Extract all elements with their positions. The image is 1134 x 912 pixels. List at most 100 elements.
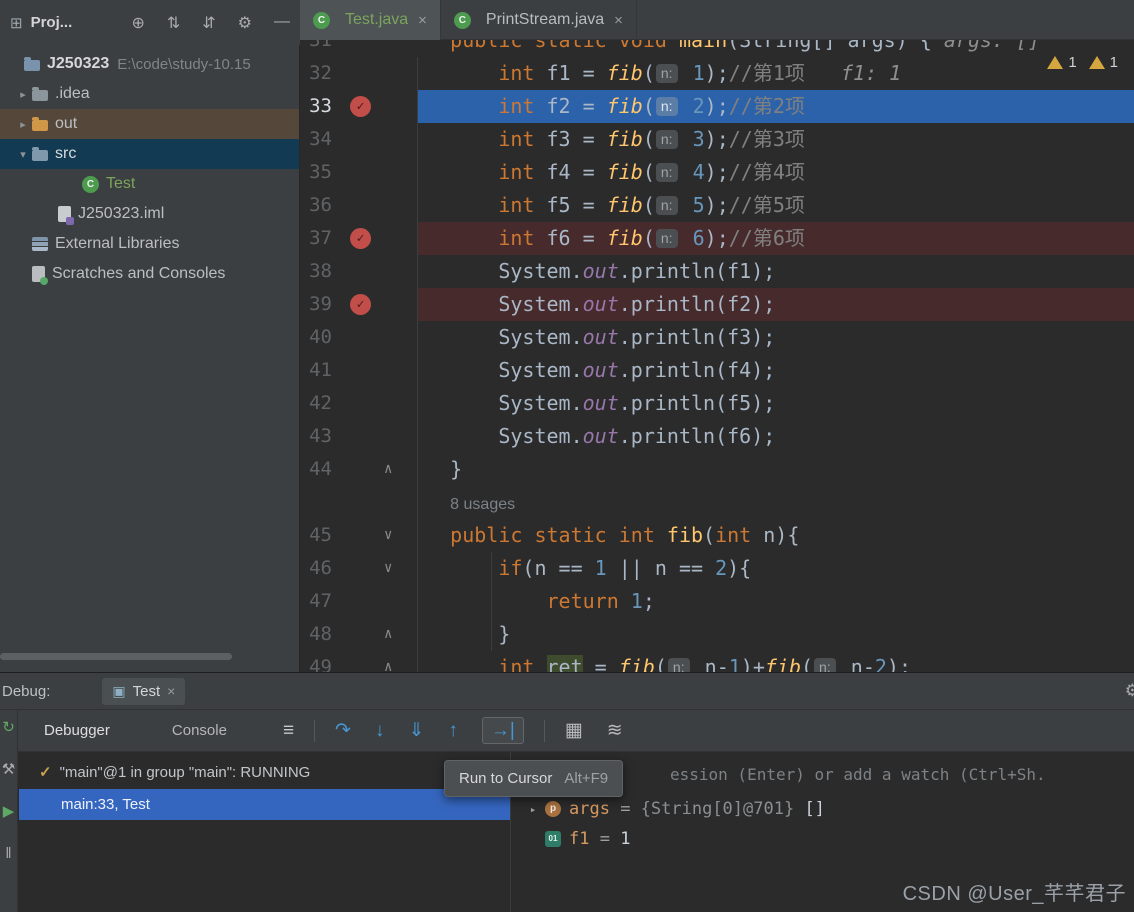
- fold-marker-icon[interactable]: ∧: [384, 453, 392, 486]
- mute-breakpoints-icon[interactable]: ≋: [607, 721, 623, 740]
- view-breakpoints-icon[interactable]: ▦: [565, 721, 583, 740]
- layout-settings-icon[interactable]: ≡: [283, 721, 294, 740]
- thread-row[interactable]: ✓ "main"@1 in group "main": RUNNING: [19, 757, 510, 787]
- settings-gear-icon[interactable]: ⚙: [238, 13, 252, 33]
- token: System.: [498, 292, 583, 316]
- breakpoint-icon[interactable]: ✓: [350, 96, 371, 117]
- tab-console[interactable]: Console: [172, 722, 227, 739]
- code-line-32[interactable]: 32 int f1 = fib(n: 1);//第1项 f1: 1: [300, 57, 1134, 90]
- debug-session-tab[interactable]: ▣ Test ×: [102, 677, 186, 705]
- code-line-47[interactable]: 47 return 1;: [300, 585, 1134, 618]
- token: out: [582, 358, 619, 382]
- primitive-icon: 01: [545, 831, 561, 847]
- code-text: if(n == 1 || n == 2){: [402, 552, 751, 585]
- inspections-widget[interactable]: 1 1: [1047, 54, 1118, 71]
- tree-item-out[interactable]: ▸ out: [0, 109, 299, 139]
- code-line-35[interactable]: 35 int f4 = fib(n: 4);//第4项: [300, 156, 1134, 189]
- token: );: [704, 94, 729, 118]
- token: n:: [814, 658, 836, 672]
- debug-settings-gear-icon[interactable]: ⚙: [1125, 681, 1134, 701]
- pause-icon[interactable]: ‖: [5, 846, 11, 861]
- variable-row-f1[interactable]: 01 f1 = 1: [511, 824, 1134, 854]
- step-out-icon[interactable]: ↑: [448, 721, 458, 740]
- tab-printstream-java[interactable]: C PrintStream.java ×: [441, 0, 637, 40]
- equals-sign: =: [589, 829, 621, 849]
- token: (: [703, 523, 716, 547]
- fold-marker-icon[interactable]: ∨: [384, 552, 392, 585]
- code-line-43[interactable]: 43 System.out.println(f6);: [300, 420, 1134, 453]
- code-line-usages[interactable]: 8 usages: [300, 486, 1134, 519]
- tab-debugger[interactable]: Debugger: [44, 722, 110, 739]
- breakpoint-icon[interactable]: ✓: [350, 294, 371, 315]
- hide-panel-icon[interactable]: —: [274, 13, 290, 33]
- locate-file-icon[interactable]: ⊕: [131, 13, 144, 33]
- code-line-39[interactable]: 39 ✓ System.out.println(f2);: [300, 288, 1134, 321]
- chevron-icon[interactable]: ▾: [14, 148, 32, 161]
- editor[interactable]: 31 public static void main(String[] args…: [300, 40, 1134, 672]
- run-to-cursor-icon[interactable]: →|: [481, 717, 524, 744]
- code-line-49[interactable]: 49 ∧ int ret = fib(n: n-1)+fib(n: n-2);: [300, 651, 1134, 672]
- expand-all-icon[interactable]: ⇅: [167, 13, 180, 33]
- project-tool-window-icon[interactable]: ⊞: [10, 14, 23, 32]
- chevron-icon[interactable]: ▸: [14, 88, 32, 101]
- token: //第4项: [728, 160, 805, 184]
- step-into-icon[interactable]: ↓: [375, 721, 385, 740]
- code-area[interactable]: 31 public static void main(String[] args…: [300, 40, 1134, 672]
- expand-chevron-icon[interactable]: ▸: [525, 803, 541, 816]
- code-line-40[interactable]: 40 System.out.println(f3);: [300, 321, 1134, 354]
- close-icon[interactable]: ×: [167, 683, 175, 699]
- code-line-36[interactable]: 36 int f5 = fib(n: 5);//第5项: [300, 189, 1134, 222]
- step-over-icon[interactable]: ↷: [335, 721, 351, 740]
- tree-item-src[interactable]: ▾ src: [0, 139, 299, 169]
- close-tab-icon[interactable]: ×: [418, 12, 427, 29]
- code-line-37[interactable]: 37 ✓ int f6 = fib(n: 6);//第6项: [300, 222, 1134, 255]
- rerun-icon[interactable]: ↻: [2, 720, 15, 735]
- code-line-46[interactable]: 46 ∨ if(n == 1 || n == 2){: [300, 552, 1134, 585]
- variable-row-args[interactable]: ▸ p args = {String[0]@701} []: [511, 794, 1134, 824]
- code-text: System.out.println(f1);: [402, 255, 775, 288]
- tree-item-label: out: [55, 115, 78, 132]
- tree-item-root[interactable]: J250323 E:\code\study-10.15: [0, 49, 299, 79]
- tree-item-scratches[interactable]: Scratches and Consoles: [0, 259, 299, 289]
- close-tab-icon[interactable]: ×: [614, 12, 623, 29]
- code-line-42[interactable]: 42 System.out.println(f5);: [300, 387, 1134, 420]
- collapse-all-icon[interactable]: ⇵: [202, 13, 215, 33]
- code-text: System.out.println(f4);: [402, 354, 775, 387]
- scratch-icon: [32, 266, 48, 285]
- code-line-33[interactable]: 33 ✓ int f2 = fib(n: 2);//第2项: [300, 90, 1134, 123]
- project-hscrollbar[interactable]: [0, 653, 232, 660]
- token: =: [582, 655, 619, 672]
- tree-item-external-libraries[interactable]: External Libraries: [0, 229, 299, 259]
- force-step-into-icon[interactable]: ⇓: [408, 721, 424, 740]
- line-number: 42: [309, 392, 332, 414]
- code-line-48[interactable]: 48 ∧ }: [300, 618, 1134, 651]
- build-icon[interactable]: ⚒: [2, 762, 15, 777]
- breakpoint-icon[interactable]: ✓: [350, 228, 371, 249]
- warning-count: 1: [1068, 54, 1077, 71]
- code-line-41[interactable]: 41 System.out.println(f4);: [300, 354, 1134, 387]
- warning-badge[interactable]: 1: [1047, 54, 1077, 71]
- code-text: int f6 = fib(n: 6);//第6项: [402, 222, 805, 255]
- code-line-34[interactable]: 34 int f3 = fib(n: 3);//第3项: [300, 123, 1134, 156]
- code-line-45[interactable]: 45 ∨ public static int fib(int n){: [300, 519, 1134, 552]
- fold-marker-icon[interactable]: ∧: [384, 651, 392, 672]
- fold-marker-icon[interactable]: ∧: [384, 618, 392, 651]
- watch-hint[interactable]: ession (Enter) or add a watch (Ctrl+Sh.: [670, 765, 1046, 785]
- token: System.: [498, 259, 583, 283]
- code-line-38[interactable]: 38 System.out.println(f1);: [300, 255, 1134, 288]
- code-line-44[interactable]: 44 ∧ }: [300, 453, 1134, 486]
- tree-item-iml-file[interactable]: J250323.iml: [0, 199, 299, 229]
- toolbar-separator: [543, 719, 545, 742]
- tree-item-test-class[interactable]: C Test: [0, 169, 299, 199]
- code-line-31[interactable]: 31 public static void main(String[] args…: [300, 40, 1134, 57]
- tab-test-java[interactable]: C Test.java ×: [300, 0, 441, 40]
- chevron-icon[interactable]: ▸: [14, 118, 32, 131]
- warning-badge[interactable]: 1: [1088, 54, 1118, 71]
- stack-frame-row[interactable]: main:33, Test: [19, 789, 510, 820]
- resume-icon[interactable]: ▶: [3, 804, 15, 819]
- fold-marker-icon[interactable]: ∨: [384, 519, 392, 552]
- tree-item-idea[interactable]: ▸ .idea: [0, 79, 299, 109]
